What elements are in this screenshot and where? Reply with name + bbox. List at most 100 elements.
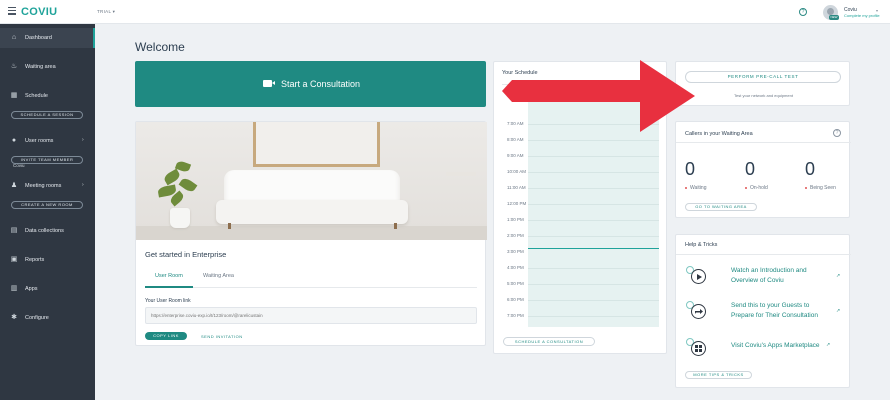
- precall-test-button[interactable]: PERFORM PRE-CALL TEST: [685, 71, 841, 83]
- external-link-icon[interactable]: ↗: [836, 273, 840, 279]
- go-to-waiting-area-button[interactable]: GO TO WAITING AREA: [685, 203, 757, 211]
- apps-icon: ▥: [10, 285, 18, 292]
- sidebar-item-apps[interactable]: ▥ Apps: [0, 279, 95, 299]
- divider: [676, 254, 851, 255]
- on-hold-count: 0: [745, 159, 756, 179]
- sidebar-item-label: Apps: [25, 286, 38, 292]
- sidebar-item-label: User rooms: [25, 138, 54, 144]
- sidebar-item-user-rooms[interactable]: ● User rooms ›: [0, 131, 95, 151]
- waiting-count: 0: [685, 159, 696, 179]
- sidebar-item-data-collections[interactable]: ▤ Data collections: [0, 221, 95, 241]
- time-gridline: [528, 188, 659, 189]
- divider: [676, 142, 851, 143]
- tab-user-room[interactable]: User Room: [155, 273, 183, 279]
- home-icon: ⌂: [11, 34, 17, 41]
- annotation-arrow: [502, 60, 695, 132]
- report-icon: ▣: [10, 256, 18, 263]
- tip-line: Visit Coviu's Apps Marketplace: [731, 342, 820, 349]
- room-link-label: Your User Room link: [145, 298, 191, 304]
- more-tips-button[interactable]: MORE TIPS & TRICKS: [685, 371, 752, 379]
- help-card: Help & Tricks Watch an Introduction and …: [675, 234, 851, 388]
- floor: [136, 226, 487, 240]
- external-link-icon[interactable]: ↗: [826, 342, 830, 348]
- time-label: 10:00 AM: [507, 169, 527, 174]
- waiting-label: Waiting: [685, 185, 707, 191]
- coviu-logo[interactable]: COVIU: [21, 6, 57, 18]
- schedule-consultation-button[interactable]: SCHEDULE A CONSULTATION: [503, 337, 595, 346]
- time-gridline: [528, 268, 659, 269]
- get-started-heading: Get started in Enterprise: [145, 250, 227, 259]
- plan-selector[interactable]: TRIAL ▾: [97, 9, 115, 15]
- waiting-label-text: Waiting: [690, 185, 707, 191]
- time-label: 12:00 PM: [507, 201, 527, 206]
- help-icon[interactable]: ?: [833, 129, 841, 137]
- sidebar-item-reports[interactable]: ▣ Reports: [0, 250, 95, 270]
- on-hold-label-text: On-hold: [750, 185, 768, 191]
- tip-line: Prepare for Their Consultation: [731, 312, 818, 319]
- invite-team-member-button[interactable]: INVITE TEAM MEMBER: [11, 156, 83, 164]
- external-link-icon[interactable]: ↗: [836, 308, 840, 314]
- schedule-session-button[interactable]: SCHEDULE A SESSION: [11, 111, 83, 119]
- complete-profile-link[interactable]: Complete my profile: [844, 13, 880, 18]
- time-label: 4:00 PM: [507, 265, 524, 270]
- status-dot: [745, 186, 747, 189]
- sofa-seat: [216, 200, 408, 224]
- time-gridline: [528, 140, 659, 141]
- hamburger-menu-icon[interactable]: [8, 7, 16, 15]
- sidebar-item-label: Schedule: [25, 93, 48, 99]
- sidebar-item-label: Configure: [25, 315, 49, 321]
- apps-marketplace-link[interactable]: Visit Coviu's Apps Marketplace: [731, 341, 820, 351]
- sidebar-item-label: Data collections: [25, 228, 64, 234]
- time-label: 5:00 PM: [507, 281, 524, 286]
- annotation-arrow-shape: [502, 60, 695, 132]
- prepare-guests-link[interactable]: Send this to your Guests to Prepare for …: [731, 301, 818, 321]
- help-title: Help & Tricks: [685, 242, 718, 248]
- sidebar-item-label: Waiting area: [25, 64, 56, 70]
- room-link-field[interactable]: [145, 307, 477, 324]
- chevron-down-icon: ▾: [112, 9, 116, 14]
- send-invitation-link[interactable]: SEND INVITATION: [201, 334, 243, 339]
- enterprise-card: Get started in Enterprise User Room Wait…: [135, 121, 487, 346]
- sidebar: ⌂ Dashboard ♨ Waiting area ▦ Schedule SC…: [0, 24, 95, 400]
- being-seen-count: 0: [805, 159, 816, 179]
- data-icon: ▤: [10, 227, 18, 234]
- sidebar-item-label: Reports: [25, 257, 45, 263]
- sidebar-item-label: Meeting rooms: [25, 183, 62, 189]
- current-time-line: [528, 248, 659, 249]
- chevron-right-icon: ›: [82, 137, 84, 143]
- sidebar-item-meeting-rooms[interactable]: ♟ Meeting rooms ›: [0, 176, 95, 196]
- time-label: 9:00 AM: [507, 153, 524, 158]
- on-hold-label: On-hold: [745, 185, 768, 191]
- time-gridline: [528, 236, 659, 237]
- sidebar-item-schedule[interactable]: ▦ Schedule: [0, 86, 95, 106]
- being-seen-label: Being Seen: [805, 185, 836, 191]
- tab-waiting-area[interactable]: Waiting Area: [203, 273, 234, 279]
- tip-line: Watch an Introduction and: [731, 267, 807, 274]
- start-consultation-button[interactable]: Start a Consultation: [135, 61, 486, 107]
- gear-icon: ✱: [11, 314, 17, 321]
- profile-menu-chevron-icon[interactable]: ▾: [876, 8, 878, 13]
- precall-card: PERFORM PRE-CALL TEST Test your network …: [675, 61, 850, 106]
- help-icon[interactable]: ?: [799, 8, 807, 16]
- time-label: 2:00 PM: [507, 233, 524, 238]
- calendar-icon: ▦: [10, 92, 18, 99]
- copy-link-button[interactable]: COPY LINK: [145, 332, 187, 340]
- active-tab-indicator: [145, 286, 193, 288]
- time-gridline: [528, 284, 659, 285]
- living-room-photo: [136, 122, 487, 240]
- sidebar-item-dashboard[interactable]: ⌂ Dashboard: [0, 28, 95, 48]
- start-consultation-label: Start a Consultation: [281, 79, 361, 89]
- plant-pot: [170, 208, 190, 228]
- status-dot: [685, 186, 687, 189]
- tip-line: Send this to your Guests to: [731, 302, 810, 309]
- tab-divider: [145, 287, 477, 288]
- create-room-button[interactable]: CREATE A NEW ROOM: [11, 201, 83, 209]
- user-icon: ●: [11, 137, 17, 144]
- video-camera-icon: [263, 80, 275, 87]
- avatar-badge: NEW: [829, 15, 839, 20]
- time-label: 8:00 AM: [507, 137, 524, 142]
- sidebar-item-configure[interactable]: ✱ Configure: [0, 308, 95, 328]
- intro-video-link[interactable]: Watch an Introduction and Overview of Co…: [731, 266, 807, 286]
- sidebar-item-waiting-area[interactable]: ♨ Waiting area: [0, 57, 95, 77]
- share-icon: [686, 301, 708, 319]
